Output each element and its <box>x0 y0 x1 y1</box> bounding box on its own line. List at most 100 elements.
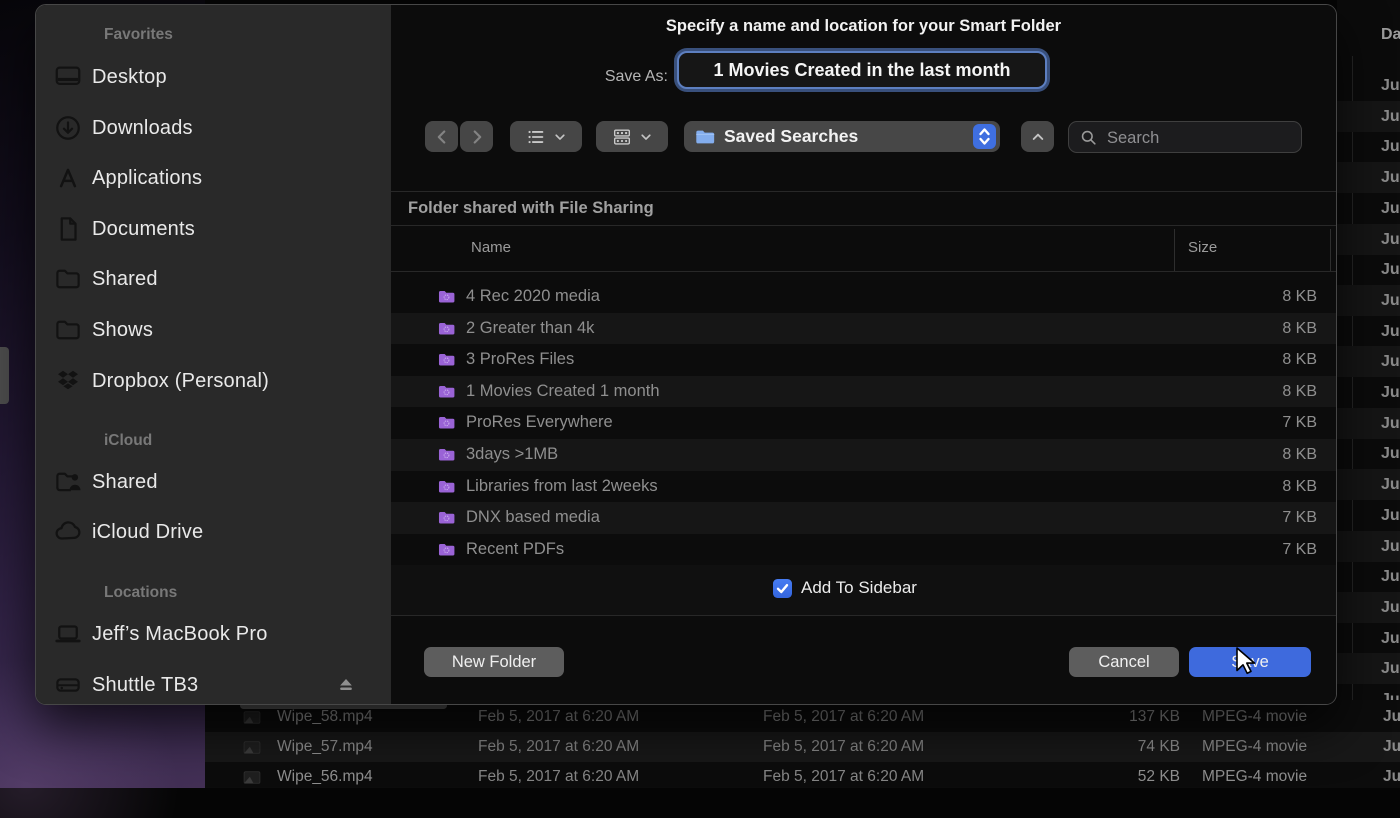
background-date-cell: Ju <box>1337 500 1400 531</box>
column-divider[interactable] <box>1330 229 1331 271</box>
sidebar-item-label: Shared <box>92 464 158 500</box>
background-date-cell: Ju <box>1337 408 1400 439</box>
sidebar-item-label: Shows <box>92 312 153 348</box>
sidebar-item-macbook[interactable]: Jeff’s MacBook Pro <box>48 616 379 652</box>
divider <box>391 271 1336 272</box>
search-icon <box>1079 128 1098 147</box>
group-view-icon <box>611 126 633 148</box>
background-date-cell: Ju <box>1337 70 1400 101</box>
chevron-left-icon <box>431 126 453 148</box>
divider <box>391 615 1336 616</box>
table-row[interactable]: 4 Rec 2020 media 8 KB <box>391 281 1336 313</box>
eject-icon[interactable] <box>336 675 356 695</box>
divider <box>391 191 1336 192</box>
file-date-modified: Feb 5, 2017 at 6:20 AM <box>763 762 924 788</box>
row-size: 8 KB <box>1282 376 1317 408</box>
cancel-button[interactable]: Cancel <box>1069 647 1179 677</box>
folder-icon <box>53 315 83 345</box>
table-row[interactable]: ProRes Everywhere 7 KB <box>391 407 1336 439</box>
dialog-content: Specify a name and location for your Sma… <box>391 5 1336 704</box>
smart-folder-icon <box>436 350 457 369</box>
location-dropdown[interactable]: Saved Searches <box>684 121 1000 152</box>
parent-folder-button[interactable] <box>1021 121 1054 152</box>
sidebar-item-downloads[interactable]: Downloads <box>48 110 379 146</box>
sidebar-item-shared[interactable]: Shared <box>48 261 379 297</box>
background-window-edge <box>0 347 9 404</box>
background-file-row: Wipe_58.mp4 Feb 5, 2017 at 6:20 AM Feb 5… <box>205 702 1400 732</box>
row-size: 7 KB <box>1282 407 1317 439</box>
sidebar-item-label: Desktop <box>92 59 167 95</box>
row-name: DNX based media <box>466 502 600 534</box>
column-divider[interactable] <box>1174 229 1175 271</box>
file-kind: MPEG-4 movie <box>1202 702 1307 732</box>
search-input[interactable] <box>1105 123 1294 153</box>
add-to-sidebar-checkbox[interactable] <box>773 579 792 598</box>
file-date-modified: Feb 5, 2017 at 6:20 AM <box>763 732 924 762</box>
dropdown-stepper-icon <box>973 124 996 149</box>
add-to-sidebar-row: Add To Sidebar <box>391 565 1336 615</box>
background-date-cell: Ju <box>1337 254 1400 285</box>
add-to-sidebar-label[interactable]: Add To Sidebar <box>801 578 917 598</box>
table-row[interactable]: DNX based media 7 KB <box>391 502 1336 534</box>
sidebar-item-icloud-shared[interactable]: Shared <box>48 464 379 500</box>
background-date-cell: Ju <box>1337 623 1400 654</box>
table-row[interactable]: 3days >1MB 8 KB <box>391 439 1336 471</box>
sidebar-item-label: Documents <box>92 211 195 247</box>
sidebar-item-label: Jeff’s MacBook Pro <box>92 616 268 652</box>
smart-folder-icon <box>436 413 457 432</box>
background-date-cell: Ju <box>1337 346 1400 377</box>
sidebar-item-dropbox[interactable]: Dropbox (Personal) <box>48 363 379 399</box>
background-file-row: Wipe_56.mp4 Feb 5, 2017 at 6:20 AM Feb 5… <box>205 762 1400 788</box>
table-row[interactable]: 1 Movies Created 1 month 8 KB <box>391 376 1336 408</box>
sidebar-item-shuttle-tb3[interactable]: Shuttle TB3 <box>48 667 379 703</box>
file-kind: MPEG-4 movie <box>1202 732 1307 762</box>
file-size: 74 KB <box>1035 732 1180 762</box>
file-date-created: Feb 5, 2017 at 6:20 AM <box>478 732 639 762</box>
shared-folder-banner: Folder shared with File Sharing <box>408 199 654 218</box>
table-row[interactable]: Recent PDFs 7 KB <box>391 534 1336 566</box>
save-as-input[interactable] <box>677 51 1047 89</box>
background-date-cell: Ju <box>1337 531 1400 562</box>
sidebar-item-icloud-drive[interactable]: iCloud Drive <box>48 514 379 550</box>
background-date-cell: Ju <box>1337 377 1400 408</box>
sidebar-item-applications[interactable]: Applications <box>48 160 379 196</box>
table-row[interactable]: 3 ProRes Files 8 KB <box>391 344 1336 376</box>
row-name: 1 Movies Created 1 month <box>466 376 660 408</box>
file-date-created: Feb 5, 2017 at 6:20 AM <box>478 762 639 788</box>
file-date-created: Feb 5, 2017 at 6:20 AM <box>478 702 639 732</box>
location-dropdown-value: Saved Searches <box>724 121 858 152</box>
back-button[interactable] <box>425 121 458 152</box>
mouse-cursor <box>1233 646 1261 678</box>
background-file-list: Wipe_58.mp4 Feb 5, 2017 at 6:20 AM Feb 5… <box>205 700 1400 788</box>
smart-folder-icon <box>436 445 457 464</box>
chevron-down-icon <box>553 130 567 144</box>
row-name: 3days >1MB <box>466 439 558 471</box>
sidebar-item-label: Applications <box>92 160 202 196</box>
sidebar-item-desktop[interactable]: Desktop <box>48 59 379 95</box>
row-name: ProRes Everywhere <box>466 407 613 439</box>
row-name: 3 ProRes Files <box>466 344 574 376</box>
new-folder-button[interactable]: New Folder <box>424 647 564 677</box>
dialog-title: Specify a name and location for your Sma… <box>391 17 1336 36</box>
background-date-cell: Ju <box>1337 224 1400 255</box>
background-date-cell: Ju <box>1337 561 1400 592</box>
save-as-label: Save As: <box>391 68 668 86</box>
table-row[interactable]: Libraries from last 2weeks 8 KB <box>391 471 1336 503</box>
forward-button[interactable] <box>460 121 493 152</box>
chevron-up-icon <box>1030 129 1046 145</box>
documents-icon <box>53 214 83 244</box>
save-smart-folder-dialog: Favorites Desktop Downloads Applications… <box>35 4 1337 705</box>
divider <box>391 225 1336 226</box>
downloads-icon <box>53 113 83 143</box>
table-row[interactable]: 2 Greater than 4k 8 KB <box>391 313 1336 345</box>
sidebar-item-documents[interactable]: Documents <box>48 211 379 247</box>
group-view-button[interactable] <box>596 121 668 152</box>
smart-folder-icon <box>436 382 457 401</box>
video-thumbnail-icon <box>243 711 261 724</box>
column-header-name[interactable]: Name <box>471 239 511 256</box>
list-view-button[interactable] <box>510 121 582 152</box>
column-header-size[interactable]: Size <box>1188 239 1217 256</box>
search-field[interactable] <box>1068 121 1302 153</box>
chevron-right-icon <box>466 126 488 148</box>
sidebar-item-shows[interactable]: Shows <box>48 312 379 348</box>
